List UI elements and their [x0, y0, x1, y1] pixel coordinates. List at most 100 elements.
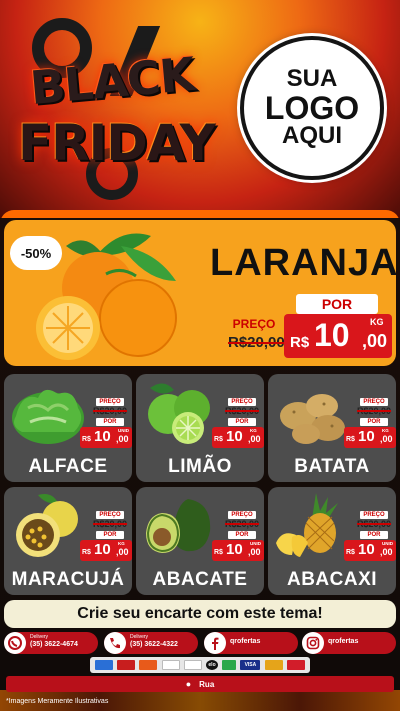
old-price: R$20,00: [356, 519, 392, 529]
new-price-box: R$ 10 ,00 KG: [344, 427, 396, 448]
new-price-box: R$ 10 ,00 UNID: [80, 427, 132, 448]
discount-badge: -50%: [10, 236, 62, 270]
contact-value: qrofertas: [230, 638, 261, 645]
lime-icon: [148, 383, 210, 444]
old-price: R$20,00: [356, 406, 392, 416]
card-icon: [117, 660, 136, 670]
disclaimer: *Imagens Meramente Ilustrativas: [6, 698, 109, 705]
price-unit: UNID: [250, 541, 261, 546]
old-price: R$20,00: [92, 406, 128, 416]
new-price-box: R$ 10 ,00 KG: [80, 540, 132, 561]
product-name: ALFACE: [28, 456, 108, 477]
visa-icon: VISA: [240, 660, 261, 670]
mastercard-icon: [264, 660, 283, 670]
price-label-preco: PREÇO: [360, 511, 388, 519]
currency-symbol: R$: [214, 549, 223, 556]
logo-text: LOGO: [264, 89, 360, 126]
contact-label: Delivery: [130, 634, 149, 640]
phone-icon: [104, 632, 126, 654]
price-label-por: POR: [360, 531, 388, 539]
product-name: ABACAXI: [286, 569, 378, 590]
contact-whatsapp[interactable]: Delivery (35) 3622-4674: [4, 632, 98, 654]
price-unit: KG: [250, 428, 257, 433]
card-icon: [95, 660, 114, 670]
price-integer: 10: [358, 541, 375, 558]
price-decimal: ,00: [362, 331, 388, 351]
product-name: LIMÃO: [168, 456, 232, 477]
contact-phone[interactable]: Delivery (35) 3622-4322: [104, 632, 198, 654]
contact-value: (35) 3622-4674: [30, 641, 78, 648]
price-label-por: POR: [360, 418, 388, 426]
currency-symbol: R$: [82, 436, 91, 443]
price-integer: 10: [226, 428, 243, 445]
price-unit: UNID: [382, 541, 393, 546]
price-decimal: ,00: [248, 434, 261, 444]
header: BLACK FRIDAY SUA LOGO AQUI: [0, 0, 400, 218]
location-pin-icon: ●: [185, 679, 192, 689]
contact-label: Delivery: [30, 634, 49, 640]
price-unit: KG: [370, 317, 384, 327]
passion-fruit-icon: [16, 494, 78, 557]
price-label-preco: PREÇO: [96, 398, 124, 406]
product-name: ABACATE: [152, 569, 248, 590]
facebook-icon: [204, 632, 226, 654]
product-card-alface: PREÇO R$20,00 POR R$ 10 ,00 UNID ALFACE: [4, 374, 132, 482]
old-price: R$20,00: [228, 334, 285, 351]
potato-icon: [280, 394, 345, 444]
price-decimal: ,00: [116, 547, 129, 557]
old-price: R$20,00: [224, 406, 260, 416]
price-integer: 10: [358, 428, 375, 445]
price-label-preco: PREÇO: [360, 398, 388, 406]
logo-text: AQUI: [282, 122, 342, 150]
product-card-maracuja: PREÇO R$20,00 POR R$ 10 ,00 KG MARACUJÁ: [4, 487, 132, 595]
whatsapp-icon: [4, 632, 26, 654]
price-decimal: ,00: [116, 434, 129, 444]
price-decimal: ,00: [248, 547, 261, 557]
currency-symbol: R$: [290, 334, 310, 351]
price-label-por: POR: [228, 531, 256, 539]
promo-title-friday: FRIDAY: [18, 114, 216, 172]
store-logo-placeholder: SUA LOGO AQUI: [240, 36, 384, 180]
price-label-por: POR: [96, 418, 124, 426]
new-price-box: R$ 10 ,00 UNID: [344, 540, 396, 561]
new-price-box: R$ 10 ,00 KG: [212, 427, 264, 448]
card-icon: [222, 660, 237, 670]
price-unit: KG: [118, 541, 125, 546]
card-icon: [139, 660, 158, 670]
product-name: BATATA: [294, 456, 370, 477]
price-label-por: POR: [228, 418, 256, 426]
new-price-box: R$ 10 ,00 KG: [284, 314, 392, 358]
old-price: R$20,00: [224, 519, 260, 529]
address-bar: ● Rua: [6, 676, 394, 692]
price-unit: KG: [382, 428, 389, 433]
cta-banner[interactable]: Crie seu encarte com este tema!: [4, 600, 396, 628]
product-card-batata: PREÇO R$20,00 POR R$ 10 ,00 KG BATATA: [268, 374, 396, 482]
price-label-preco: PREÇO: [228, 398, 256, 406]
price-label-por: POR: [296, 294, 378, 314]
elo-icon: elo: [206, 660, 219, 670]
old-price: R$20,00: [92, 519, 128, 529]
lettuce-icon: [12, 389, 84, 444]
card-icon: [183, 660, 202, 670]
instagram-icon: [302, 632, 324, 654]
featured-product-name: LARANJA: [210, 242, 396, 284]
price-decimal: ,00: [380, 434, 393, 444]
price-integer: 10: [226, 541, 243, 558]
price-label-preco: PREÇO: [232, 317, 276, 331]
product-card-abacate: PREÇO R$20,00 POR R$ 10 ,00 UNID ABACATE: [136, 487, 264, 595]
new-price-box: R$ 10 ,00 UNID: [212, 540, 264, 561]
payment-methods: elo VISA: [90, 657, 310, 673]
price-decimal: ,00: [380, 547, 393, 557]
price-integer: 10: [94, 428, 111, 445]
price-label-por: POR: [96, 531, 124, 539]
price-label-preco: PREÇO: [96, 511, 124, 519]
contact-instagram[interactable]: qrofertas: [302, 632, 396, 654]
price-integer: 10: [94, 541, 111, 558]
contact-facebook[interactable]: qrofertas: [204, 632, 298, 654]
card-icon: [161, 660, 180, 670]
contact-value: qrofertas: [328, 638, 359, 645]
price-label-preco: PREÇO: [228, 511, 256, 519]
currency-symbol: R$: [346, 436, 355, 443]
black-friday-logo: BLACK FRIDAY: [14, 18, 216, 200]
product-card-abacaxi: PREÇO R$20,00 POR R$ 10 ,00 UNID ABACAXI: [268, 487, 396, 595]
